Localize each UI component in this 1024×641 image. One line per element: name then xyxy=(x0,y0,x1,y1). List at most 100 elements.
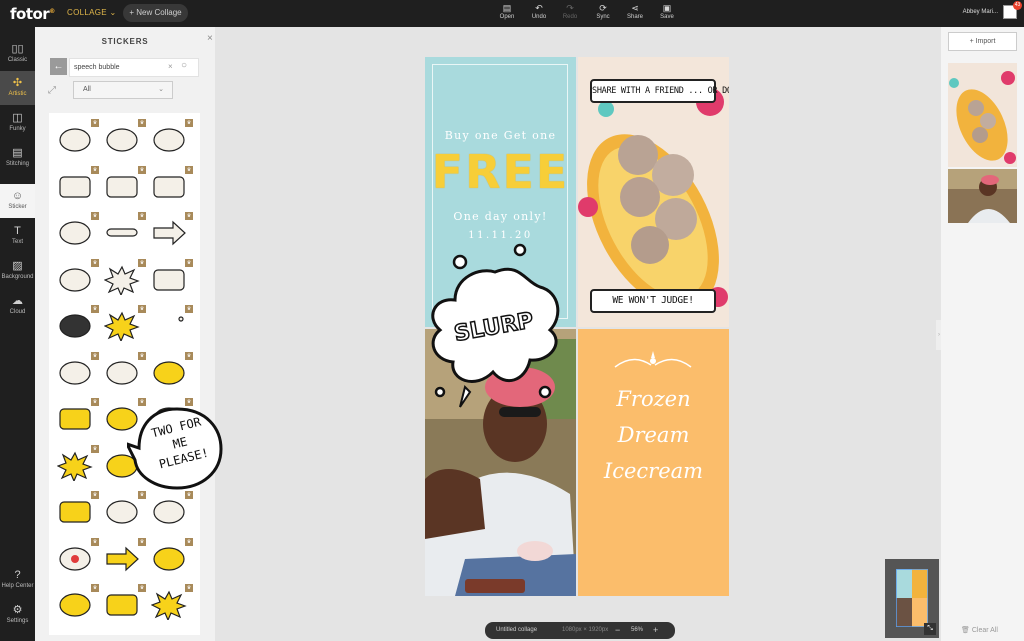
premium-badge-icon: ♛ xyxy=(138,537,146,546)
sticker-item[interactable]: ♛ xyxy=(148,305,193,343)
nav-settings[interactable]: ⚙ Settings xyxy=(0,598,35,632)
top-toolbar: fotor® COLLAGE ⌄ + New Collage ▤ Open ↶ Un… xyxy=(0,0,1024,27)
notification-avatar[interactable]: 43 xyxy=(1003,1,1022,19)
sync-button[interactable]: ⟳ Sync xyxy=(586,3,620,25)
speech-bubble-icon xyxy=(59,221,91,245)
import-button[interactable]: + Import xyxy=(948,32,1017,51)
speech-bubble-icon xyxy=(153,546,185,571)
sticker-item[interactable]: ♛ xyxy=(148,537,193,576)
bogo-text[interactable]: Buy one Get one xyxy=(425,129,576,142)
sticker-item[interactable]: ♛ xyxy=(54,444,99,483)
sticker-item[interactable]: ♛ xyxy=(148,119,193,157)
fotor-logo[interactable]: fotor® xyxy=(10,5,55,23)
redo-icon: ↷ xyxy=(566,3,574,13)
sticker-item[interactable]: ♛ xyxy=(101,165,146,204)
sticker-item[interactable]: ♛ xyxy=(148,165,193,204)
nav-cloud[interactable]: ☁ Cloud xyxy=(0,289,35,323)
premium-badge-icon: ♛ xyxy=(185,584,193,592)
sticker-item[interactable]: ♛ xyxy=(148,491,193,529)
collage-cell-icecream-photo[interactable]: SHARE WITH A FRIEND ... OR DONT WE WON'T… xyxy=(578,57,729,327)
speech-bubble-icon xyxy=(106,228,138,237)
nav-sticker[interactable]: ☺ Sticker xyxy=(0,184,35,218)
sticker-item[interactable]: ♛ xyxy=(101,584,146,622)
zoom-out-button[interactable]: − xyxy=(615,622,620,639)
open-button[interactable]: ▤ Open xyxy=(490,3,524,25)
stickers-panel: STICKERS × ← speech bubble × ○ ⤢ All ⌄ ♛ ♛… xyxy=(35,27,215,641)
speech-bubble-icon xyxy=(106,128,138,152)
nav-label: Stitching xyxy=(5,161,29,167)
premium-badge-icon: ♛ xyxy=(185,351,193,360)
nav-stitching[interactable]: ▤ Stitching xyxy=(0,141,35,175)
redo-button[interactable]: ↷ Redo xyxy=(553,3,587,25)
save-button[interactable]: ▣ Save xyxy=(650,3,684,25)
sticker-item[interactable]: ♛ xyxy=(54,119,99,157)
collage-name[interactable]: Untitled collage xyxy=(496,622,537,639)
premium-badge-icon: ♛ xyxy=(138,212,146,220)
photo-thumbnail-icecream[interactable] xyxy=(948,63,1017,167)
sticker-item[interactable]: ♛ xyxy=(54,212,99,250)
clear-all-button[interactable]: 🗑 Clear All xyxy=(961,626,998,634)
frozen-dream-title[interactable]: Frozen Dream Icecream xyxy=(578,381,729,489)
sticker-item[interactable]: ♛ xyxy=(101,351,146,390)
bottom-status-bar: Untitled collage 1080px × 1920px − 56% + xyxy=(485,622,675,639)
sticker-item[interactable]: ♛ xyxy=(101,491,146,529)
expand-icon[interactable]: ⤡ xyxy=(924,623,936,635)
right-panel: + Import 🗑 Clear All xyxy=(941,27,1024,641)
nav-artistic[interactable]: ✣ Artistic xyxy=(0,71,35,105)
open-icon: ▤ xyxy=(502,3,512,13)
sticker-item[interactable]: ♛ xyxy=(54,537,99,576)
one-day-text[interactable]: One day only! xyxy=(425,210,576,223)
date-text[interactable]: 11.11.20 xyxy=(425,230,576,241)
collage-canvas[interactable]: Buy one Get one FREE One day only! 11.11… xyxy=(425,57,729,596)
clear-search-icon[interactable]: × xyxy=(168,62,173,71)
nav-background[interactable]: ▨ Background xyxy=(0,254,35,288)
sticker-item[interactable]: ♛ xyxy=(101,258,146,297)
sticker-item[interactable]: ♛ xyxy=(101,212,146,250)
sticker-item[interactable]: ♛ xyxy=(101,119,146,157)
slurp-splash-sticker[interactable]: SLURP xyxy=(425,242,565,412)
nav-classic[interactable]: ▯▯ Classic xyxy=(0,37,35,71)
judge-ribbon-text[interactable]: WE WON'T JUDGE! xyxy=(590,289,716,313)
sticker-item[interactable]: ♛ xyxy=(54,491,99,529)
mode-label: COLLAGE xyxy=(67,8,107,17)
speech-bubble-icon xyxy=(59,128,91,152)
sticker-item[interactable]: ♛ xyxy=(101,537,146,576)
sticker-item[interactable]: ♛ xyxy=(54,351,99,390)
chevron-down-icon: ⌄ xyxy=(109,8,117,17)
nav-text[interactable]: T Text xyxy=(0,219,35,253)
sticker-item[interactable]: ♛ xyxy=(148,351,193,390)
user-name[interactable]: Abbey Mari... xyxy=(940,9,998,15)
notification-badge: 43 xyxy=(1013,1,1022,10)
collage-cell-frozen-dream[interactable]: Frozen Dream Icecream xyxy=(578,329,729,596)
sticker-item[interactable]: ♛ xyxy=(101,305,146,343)
back-button[interactable]: ← xyxy=(50,58,67,75)
speech-bubble-icon xyxy=(106,175,138,198)
photo-thumbnail-man[interactable] xyxy=(948,169,1017,223)
mode-selector[interactable]: COLLAGE ⌄ xyxy=(67,8,116,17)
sticker-item[interactable]: ♛ xyxy=(148,258,193,297)
zoom-in-button[interactable]: + xyxy=(653,622,658,639)
sticker-item[interactable]: ♛ xyxy=(148,212,193,250)
canvas-minimap[interactable]: ⤡ xyxy=(885,559,939,638)
sticker-item[interactable]: ♛ xyxy=(54,398,99,436)
sticker-item[interactable]: ♛ xyxy=(54,165,99,204)
free-text[interactable]: FREE xyxy=(425,145,576,199)
search-icon[interactable]: ○ xyxy=(181,60,187,71)
search-input[interactable]: speech bubble xyxy=(69,58,199,77)
speech-bubble-icon xyxy=(153,360,185,385)
new-collage-button[interactable]: + New Collage xyxy=(123,4,188,22)
nav-help-center[interactable]: ? Help Center xyxy=(0,563,35,597)
sticker-item[interactable]: ♛ xyxy=(54,584,99,622)
close-icon[interactable]: × xyxy=(207,33,213,44)
undo-button[interactable]: ↶ Undo xyxy=(522,3,556,25)
nav-funky[interactable]: ◫ Funky xyxy=(0,106,35,140)
share-ribbon-text[interactable]: SHARE WITH A FRIEND ... OR DONT xyxy=(590,79,729,103)
sticker-item[interactable]: ♛ xyxy=(148,584,193,622)
category-filter-select[interactable]: All ⌄ xyxy=(73,81,173,99)
cloud-icon: ☁ xyxy=(12,295,23,307)
resize-icon[interactable]: ⤢ xyxy=(48,85,56,96)
share-button[interactable]: ⋖ Share xyxy=(618,3,652,25)
sticker-item[interactable]: ♛ xyxy=(54,305,99,343)
sticker-item[interactable]: ♛ xyxy=(54,258,99,297)
sticker-grid: ♛♛♛♛♛♛♛♛♛♛♛♛♛♛♛♛♛♛♛♛♛♛♛♛♛♛♛♛♛♛♛♛♛ xyxy=(49,113,200,635)
